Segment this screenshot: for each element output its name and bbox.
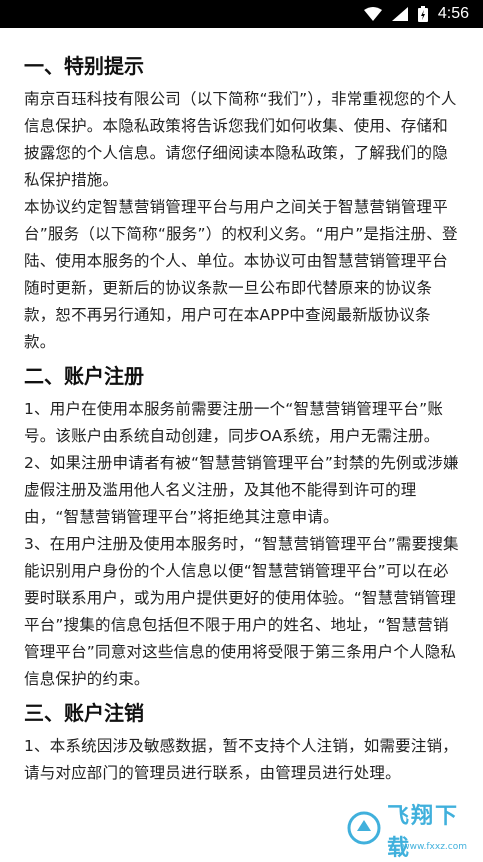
section-title-notice: 一、特别提示 [24, 54, 144, 78]
watermark-icon [347, 811, 381, 849]
signal-icon [391, 7, 408, 21]
paragraph: 3、在用户注册及使用本服务时，“智慧营销管理平台”需要搜集能识别用户身份的个人信… [24, 535, 459, 688]
watermark-logo: 飞翔下载 www.fxxz.com [347, 804, 477, 861]
watermark-url: www.fxxz.com [402, 842, 467, 852]
status-bar: 4:56 [0, 0, 483, 28]
section-title-registration: 二、账户注册 [24, 364, 144, 388]
wifi-icon [363, 7, 382, 21]
watermark-text: 飞翔下载 [387, 804, 460, 861]
battery-charging-icon [417, 6, 428, 22]
section-title-cancellation: 三、账户注销 [24, 701, 144, 725]
paragraph: 1、用户在使用本服务前需要注册一个“智慧营销管理平台”账号。该账户由系统自动创建… [24, 400, 444, 445]
paragraph: 1、本系统因涉及敏感数据，暂不支持个人注销，如需要注销，请与对应部门的管理员进行… [24, 737, 458, 782]
paragraph: 2、如果注册申请者有被“智慧营销管理平台”封禁的先例或涉嫌虚假注册及滥用他人名义… [24, 454, 459, 526]
paragraph: 南京百珏科技有限公司（以下简称“我们”），非常重视您的个人信息保护。本隐私政策将… [24, 90, 457, 189]
paragraph: 本协议约定智慧营销管理平台与用户之间关于智慧营销管理平台”服务（以下简称“服务”… [24, 198, 458, 351]
status-time: 4:56 [437, 5, 469, 22]
policy-content[interactable]: 一、特别提示 南京百珏科技有限公司（以下简称“我们”），非常重视您的个人信息保护… [0, 28, 483, 787]
